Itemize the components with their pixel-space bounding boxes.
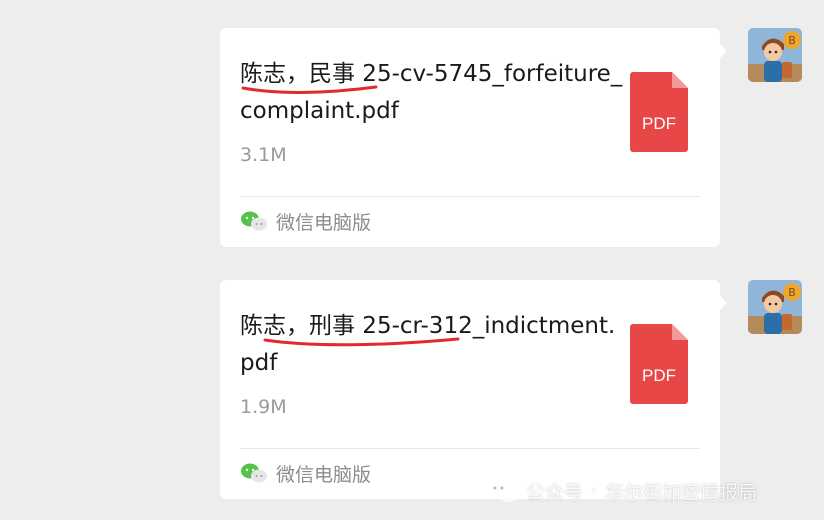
avatar[interactable]: B [748, 28, 802, 82]
message-source: 微信电脑版 [240, 208, 371, 234]
file-card[interactable]: 陈志，刑事 25-cr-312_indictment.pdf 1.9M PDF … [220, 280, 727, 499]
pdf-file-icon: PDF [630, 72, 688, 152]
watermark-account: 华尔街加密情报局 [605, 481, 758, 504]
watermark-separator: · [591, 480, 598, 502]
message-source: 微信电脑版 [240, 460, 371, 486]
red-underline-annotation [241, 85, 378, 94]
source-label: 微信电脑版 [276, 211, 372, 234]
pdf-file-icon: PDF [630, 324, 688, 404]
file-type-label: PDF [642, 366, 676, 385]
watermark: 公众号 · 华尔街加密情报局 [486, 471, 757, 511]
divider [240, 196, 700, 197]
divider [240, 448, 700, 449]
watermark-prefix: 公众号 [526, 481, 584, 504]
avatar[interactable]: B [748, 280, 802, 334]
file-size: 3.1M [240, 144, 287, 166]
source-label: 微信电脑版 [276, 463, 372, 486]
wechat-icon [241, 211, 267, 231]
svg-text:B: B [788, 34, 796, 47]
file-message: 陈志，民事 25-cv-5745_forfeiture_complaint.pd… [0, 0, 824, 247]
red-underline-annotation [263, 337, 460, 347]
file-type-label: PDF [642, 114, 676, 133]
svg-text:B: B [788, 286, 796, 299]
file-card[interactable]: 陈志，民事 25-cv-5745_forfeiture_complaint.pd… [220, 28, 727, 247]
wechat-icon [241, 463, 267, 483]
wechat-official-account-icon [488, 480, 518, 503]
file-size: 1.9M [240, 396, 287, 418]
file-message: 陈志，刑事 25-cr-312_indictment.pdf 1.9M PDF … [0, 252, 824, 499]
